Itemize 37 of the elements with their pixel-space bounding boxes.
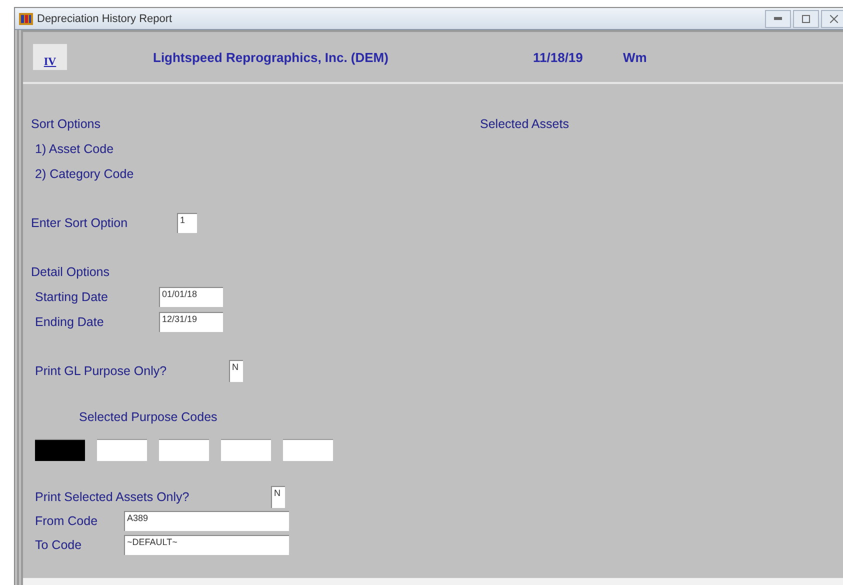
section-heading: Sort Options xyxy=(31,116,100,130)
field-label: Print GL Purpose Only? xyxy=(35,364,168,378)
sort-option: 1) Asset Code xyxy=(35,142,114,156)
window-title: Depreciation History Report xyxy=(37,12,174,24)
purpose-code-field[interactable] xyxy=(97,439,147,461)
code-field[interactable]: ~DEFAULT~ xyxy=(124,535,289,555)
date-field[interactable]: 12/31/19 xyxy=(159,312,223,332)
minimize-button[interactable] xyxy=(765,10,791,28)
field-label: Print Selected Assets Only? xyxy=(35,490,190,504)
purpose-code-field[interactable] xyxy=(283,439,333,461)
purpose-code-field[interactable] xyxy=(221,439,271,461)
section-heading: Selected Assets xyxy=(480,116,569,130)
purpose-code-field[interactable] xyxy=(35,439,85,461)
field-label: Ending Date xyxy=(35,314,105,328)
date-text: 11/18/19 xyxy=(533,50,584,64)
close-button[interactable] xyxy=(821,10,843,28)
sort-option: 2) Category Code xyxy=(35,166,134,180)
section-heading: Detail Options xyxy=(31,264,110,278)
code-field[interactable]: A389 xyxy=(124,511,289,531)
field-label: Enter Sort Option xyxy=(31,216,129,230)
company-name: Lightspeed Reprographics, Inc. (DEM) xyxy=(153,50,390,64)
logo: IV xyxy=(33,44,67,70)
maximize-button[interactable] xyxy=(793,10,819,28)
close-icon xyxy=(830,14,838,22)
date-field[interactable]: 01/01/18 xyxy=(159,286,223,306)
sort-option-field[interactable]: 1 xyxy=(177,212,197,232)
gl-purpose-field[interactable]: N xyxy=(229,360,243,382)
maximize-icon xyxy=(802,14,810,22)
field-label: To Code xyxy=(35,538,83,552)
user-text: Wm xyxy=(623,50,647,64)
field-label: Starting Date xyxy=(35,290,109,304)
app-icon xyxy=(19,12,33,24)
selected-assets-field[interactable]: N xyxy=(271,486,285,508)
section-heading: Selected Purpose Codes xyxy=(79,410,218,424)
purpose-code-field[interactable] xyxy=(159,439,209,461)
field-label: From Code xyxy=(35,514,99,528)
minimize-icon xyxy=(774,16,782,20)
